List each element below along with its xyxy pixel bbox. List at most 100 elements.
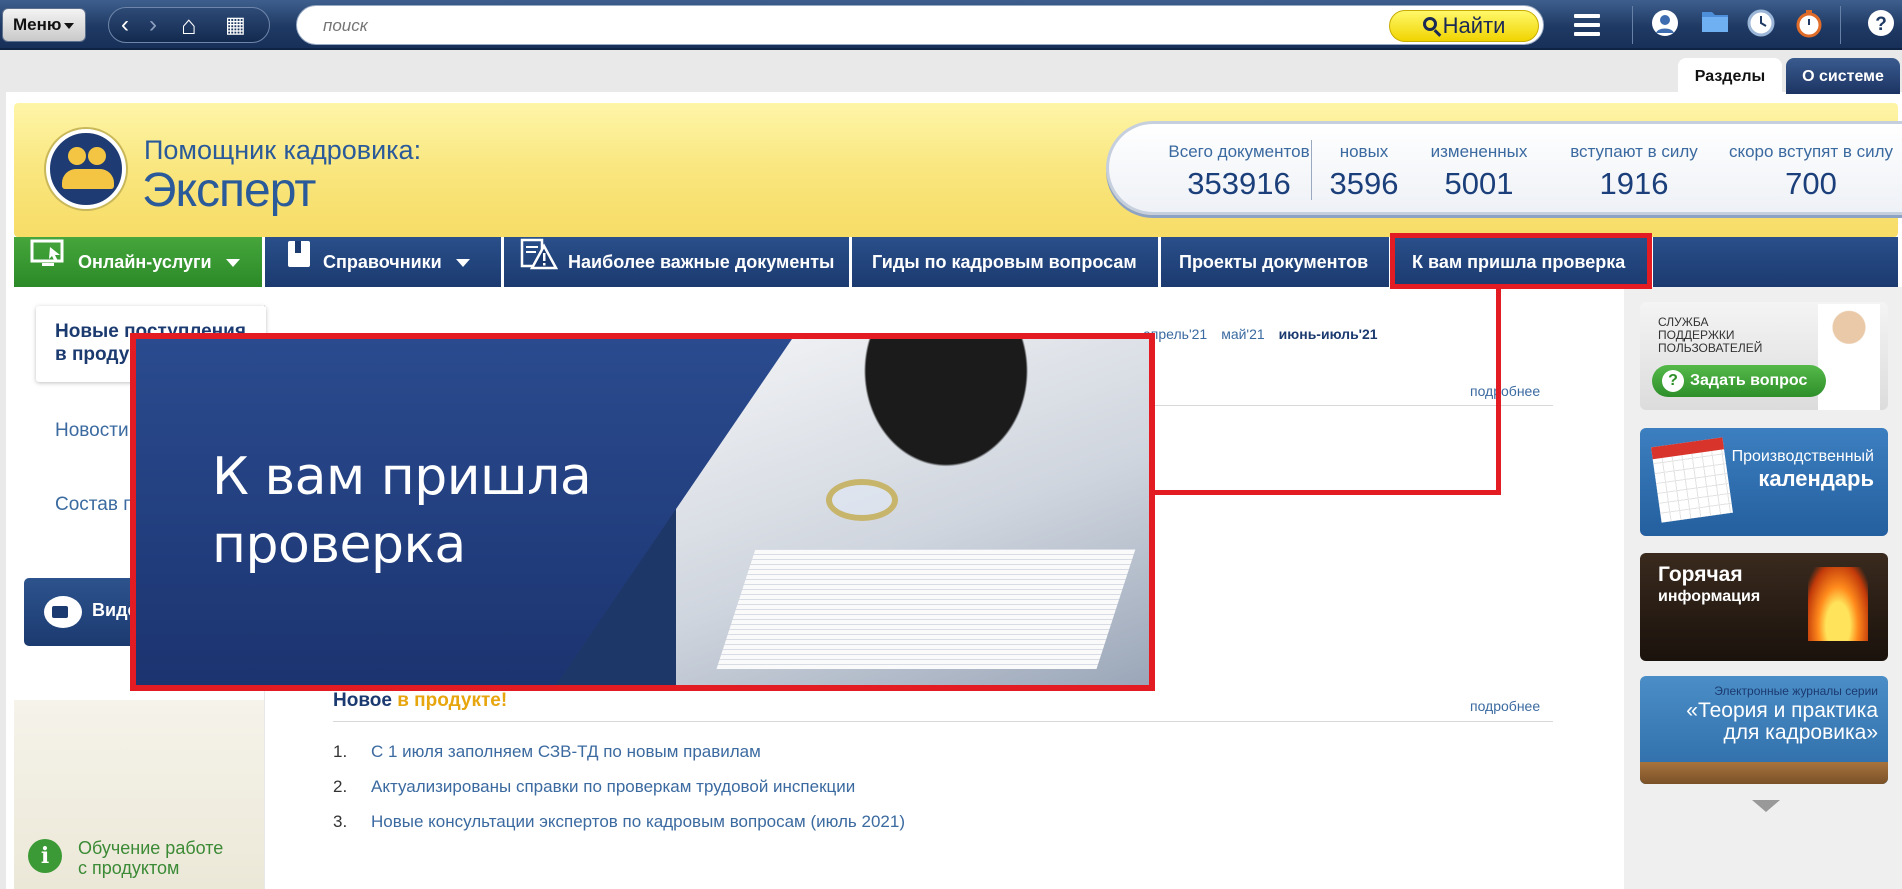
journals-banner[interactable]: Электронные журналы серии «Теория и прак… xyxy=(1640,676,1888,784)
support-operator-image xyxy=(1818,304,1880,410)
magnifier-icon xyxy=(826,479,898,521)
businesswoman-image xyxy=(836,339,1036,499)
support-line1: СЛУЖБА xyxy=(1658,315,1709,329)
folder-icon[interactable] xyxy=(1698,8,1732,42)
calendar-line2: календарь xyxy=(1758,466,1874,491)
nav-label: Онлайн-услуги xyxy=(78,252,212,272)
nav-online-services[interactable]: Онлайн-услуги xyxy=(14,237,262,287)
journals-line2: «Теория и практика xyxy=(1686,699,1878,722)
stat-value: 700 xyxy=(1785,166,1837,201)
navigation-group: ‹ › ⌂ ▦ xyxy=(108,7,270,43)
desk-decoration xyxy=(1640,762,1888,784)
info-icon[interactable]: i xyxy=(28,839,62,873)
search-box: Найти xyxy=(296,5,1544,45)
training-line1: Обучение работе xyxy=(78,838,224,858)
new-in-product-title-part1: Новое xyxy=(333,690,392,711)
clock-icon[interactable] xyxy=(1744,8,1778,42)
list-item-link[interactable]: С 1 июля заполняем СЗВ-ТД по новым прави… xyxy=(371,742,761,761)
nav-label: Наиболее важные документы xyxy=(568,252,835,272)
list-item-link[interactable]: Новые консультации экспертов по кадровым… xyxy=(371,812,905,831)
toolbar-divider xyxy=(1840,6,1841,44)
support-title: СЛУЖБА ПОДДЕРЖКИ ПОЛЬЗОВАТЕЛЕЙ xyxy=(1658,316,1762,355)
journals-title: «Теория и практика для кадровика» xyxy=(1686,700,1878,744)
highlight-connector xyxy=(1150,490,1501,495)
tab-razdely[interactable]: Разделы xyxy=(1678,58,1782,94)
support-line2: ПОДДЕРЖКИ xyxy=(1658,328,1735,342)
stopwatch-icon[interactable] xyxy=(1792,8,1826,42)
arrow-right-icon[interactable]: › xyxy=(149,12,157,38)
list-number: 3. xyxy=(333,812,348,831)
link-news[interactable]: Новости xyxy=(55,420,129,442)
product-title: Эксперт xyxy=(142,164,316,217)
list-item-link[interactable]: Актуализированы справки по проверкам тру… xyxy=(371,777,855,796)
stat-new[interactable]: новых 3596 xyxy=(1319,142,1409,202)
video-camera-icon xyxy=(44,596,82,628)
caret-down-icon xyxy=(455,259,470,268)
nav-spravochniki[interactable]: Справочники xyxy=(265,237,501,287)
nav-draft-documents[interactable]: Проекты документов xyxy=(1161,237,1389,287)
inspection-preview-banner[interactable]: К вам пришла проверка xyxy=(130,333,1155,691)
stat-label: измененных xyxy=(1430,142,1528,161)
monitor-cursor-icon xyxy=(30,238,68,288)
help-icon[interactable]: ? xyxy=(1864,8,1898,42)
book-icon xyxy=(285,238,313,288)
link-product-contents[interactable]: Состав п xyxy=(55,494,134,516)
hamburger-icon[interactable] xyxy=(1574,14,1600,36)
stat-value: 5001 xyxy=(1444,166,1514,201)
fire-icon xyxy=(1808,567,1868,641)
inspection-banner-line2: проверка xyxy=(212,515,466,575)
inspection-banner-line1: К вам пришла xyxy=(212,447,592,507)
list-item[interactable]: 2. Актуализированы справки по проверкам т… xyxy=(333,777,905,812)
list-item[interactable]: 3. Новые консультации экспертов по кадров… xyxy=(333,812,905,847)
new-in-product-title: Новое в продукте! xyxy=(333,690,507,712)
caret-down-icon xyxy=(225,259,240,268)
month-link-current[interactable]: июнь-июль'21 xyxy=(1279,326,1378,342)
product-training-link[interactable]: Обучение работе с продуктом xyxy=(78,838,223,878)
product-logo-icon xyxy=(46,129,126,209)
ask-question-button[interactable]: Задать вопрос xyxy=(1652,365,1826,397)
support-line3: ПОЛЬЗОВАТЕЛЕЙ xyxy=(1658,341,1763,355)
find-button[interactable]: Найти xyxy=(1389,10,1539,42)
calendar-line1: Производственный xyxy=(1731,448,1874,465)
stat-value: 353916 xyxy=(1187,166,1291,201)
more-link-product[interactable]: подробнее xyxy=(1470,698,1540,714)
stat-value: 1916 xyxy=(1599,166,1669,201)
warning-document-icon xyxy=(520,238,559,289)
stat-label: вступают в силу xyxy=(1570,142,1698,161)
document-stack-image xyxy=(716,549,1136,669)
stat-total[interactable]: Всего документов 353916 xyxy=(1147,142,1331,202)
tab-o-sisteme[interactable]: О системе xyxy=(1786,58,1900,94)
training-line2: с продуктом xyxy=(78,858,180,878)
user-icon[interactable] xyxy=(1648,8,1682,42)
calendar-icon xyxy=(1651,437,1733,523)
new-arrivals-title-line2: в проду xyxy=(55,344,130,365)
stat-soon-effective[interactable]: скоро вступят в силу 700 xyxy=(1721,142,1901,202)
list-item[interactable]: 1. С 1 июля заполняем СЗВ-ТД по новым пра… xyxy=(333,742,905,777)
arrow-left-icon[interactable]: ‹ xyxy=(121,12,129,38)
more-link-news[interactable]: подробнее xyxy=(1470,383,1540,399)
grid-icon[interactable]: ▦ xyxy=(225,12,246,38)
stat-effective[interactable]: вступают в силу 1916 xyxy=(1553,142,1715,202)
home-icon[interactable]: ⌂ xyxy=(181,12,197,38)
search-input[interactable] xyxy=(323,15,1373,37)
hot-info-line2: информация xyxy=(1658,588,1761,605)
nav-hr-guides[interactable]: Гиды по кадровым вопросам xyxy=(852,237,1158,287)
support-banner[interactable]: СЛУЖБА ПОДДЕРЖКИ ПОЛЬЗОВАТЕЛЕЙ Задать во… xyxy=(1640,302,1888,410)
top-toolbar: Меню ‹ › ⌂ ▦ Найти ? xyxy=(0,0,1902,50)
divider xyxy=(333,721,1553,722)
new-in-product-title-part2: в продукте! xyxy=(397,690,508,711)
month-link[interactable]: май'21 xyxy=(1221,326,1264,342)
product-subtitle: Помощник кадровика: xyxy=(144,135,422,165)
scroll-down-icon[interactable] xyxy=(1752,800,1780,812)
nav-important-documents[interactable]: Наиболее важные документы xyxy=(504,237,849,287)
calendar-banner[interactable]: Производственный календарь xyxy=(1640,428,1888,536)
stat-changed[interactable]: измененных 5001 xyxy=(1419,142,1539,202)
journals-line1: Электронные журналы серии xyxy=(1714,684,1878,698)
stat-label: скоро вступят в силу xyxy=(1728,142,1894,161)
stat-label: новых xyxy=(1339,142,1389,161)
menu-button[interactable]: Меню xyxy=(2,8,86,42)
hot-info-banner[interactable]: Горячая информация xyxy=(1640,553,1888,661)
list-number: 2. xyxy=(333,777,348,796)
hot-info-line1: Горячая xyxy=(1658,563,1743,586)
document-stats: Всего документов 353916 новых 3596 измен… xyxy=(1106,121,1902,215)
